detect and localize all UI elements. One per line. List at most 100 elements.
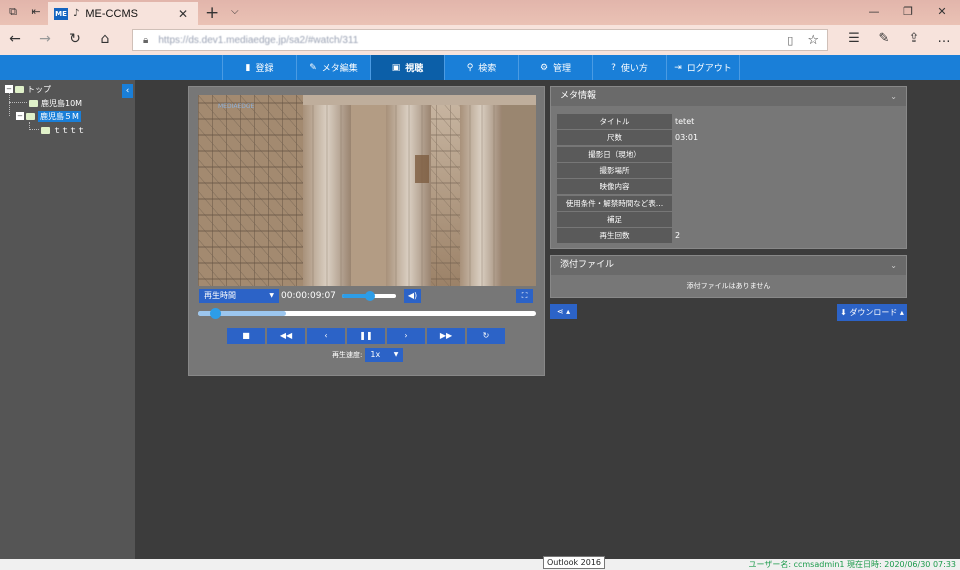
favorites-list-icon[interactable]: ☰	[846, 31, 862, 46]
browser-tab-bar: ⧉ ⇤ ME ♪ ME-CCMS ✕ + ⌵ — ❐ ✕	[0, 0, 960, 25]
url-field[interactable]: 🔒︎ https://ds.dev1.mediaedge.jp/sa2/#wat…	[132, 29, 828, 51]
chevron-down-icon[interactable]: ⌵	[231, 6, 239, 17]
meta-row: タイトル tetet	[557, 114, 902, 129]
rewind-icon[interactable]: ◀◀	[267, 328, 305, 344]
share-icon: ⋖	[556, 307, 564, 316]
more-icon[interactable]: …	[936, 31, 952, 46]
browser-address-bar: ← → ↻ ⌂ 🔒︎ https://ds.dev1.mediaedge.jp/…	[0, 25, 960, 55]
time-mode-select[interactable]: 再生時間 ▼	[199, 289, 279, 303]
tree-node-tttt[interactable]: ｔｔｔｔ	[41, 124, 85, 136]
nav-item-admin[interactable]: ⚙ 管理	[518, 55, 592, 80]
meta-key: 補足	[557, 211, 672, 227]
playback-speed-row: 再生速度: 1x ▼	[332, 348, 404, 362]
nav-item-meta-edit[interactable]: ✎ メタ編集	[296, 55, 370, 80]
lock-icon: 🔒︎	[143, 34, 149, 46]
close-window-icon[interactable]: ✕	[935, 5, 949, 19]
nav-item-register[interactable]: ▮ 登録	[222, 55, 296, 80]
meta-row: 補足	[557, 211, 902, 227]
tree-node-kagoshima-10m[interactable]: 鹿児島10M	[29, 97, 82, 109]
chevron-down-icon[interactable]: ⌄	[890, 87, 897, 106]
meta-value: tetet	[675, 117, 695, 126]
back-icon[interactable]: ←	[6, 31, 24, 47]
share-button[interactable]: ⋖ ▴	[550, 304, 577, 319]
download-button[interactable]: ⬇ ダウンロード ▴	[837, 304, 907, 321]
favorite-star-icon[interactable]: ☆	[807, 33, 819, 48]
folder-icon	[29, 99, 38, 107]
collapse-toggle-icon[interactable]: −	[16, 112, 24, 120]
collapse-toggle-icon[interactable]: −	[5, 85, 13, 93]
meta-key: 映像内容	[557, 179, 672, 195]
tree-node-kagoshima-5m[interactable]: − 鹿児島５M	[16, 110, 81, 122]
video-frame[interactable]: MEDIAEDGE	[198, 95, 536, 286]
new-tab-icon[interactable]: +	[205, 3, 219, 23]
caret-down-icon: ▼	[269, 292, 274, 299]
player-control-row: 再生時間 ▼ 00:00:09:07 ◀) ⛶	[199, 289, 535, 303]
seek-handle[interactable]	[209, 308, 221, 319]
caret-down-icon: ▼	[393, 351, 399, 358]
back-tab-icon[interactable]: ⇤	[30, 6, 42, 18]
nav-item-search[interactable]: ⚲ 検索	[444, 55, 518, 80]
folder-icon	[15, 85, 24, 93]
meta-key: タイトル	[557, 114, 672, 129]
logout-icon: ⇥	[674, 62, 682, 73]
meta-key: 撮影場所	[557, 162, 672, 178]
browser-tab[interactable]: ME ♪ ME-CCMS ✕	[48, 2, 198, 25]
timecode-display: 00:00:09:07	[281, 291, 336, 301]
nav-item-logout[interactable]: ⇥ ログアウト	[666, 55, 740, 80]
play-screen-icon: ▣	[391, 62, 401, 73]
meta-value: 03:01	[675, 133, 699, 143]
repeat-icon[interactable]: ↻	[467, 328, 505, 344]
meta-info-header[interactable]: メタ情報 ⌄	[551, 87, 906, 106]
tab-title: ME-CCMS	[85, 7, 138, 20]
folder-icon	[26, 112, 35, 120]
meta-row: 映像内容	[557, 179, 902, 195]
meta-row: 使用条件・解禁時間など表…	[557, 195, 902, 211]
refresh-icon[interactable]: ↻	[66, 31, 84, 47]
video-image	[198, 95, 536, 286]
fullscreen-icon[interactable]: ⛶	[516, 289, 533, 303]
url-text[interactable]: https://ds.dev1.mediaedge.jp/sa2/#watch/…	[158, 35, 787, 46]
search-icon: ⚲	[466, 62, 474, 73]
attachments-header[interactable]: 添付ファイル ⌄	[551, 256, 906, 275]
attachments-empty-text: 添付ファイルはありません	[686, 282, 771, 290]
tree-node-top[interactable]: − トップ	[5, 83, 51, 95]
minimize-icon[interactable]: —	[867, 5, 881, 19]
volume-icon[interactable]: ◀)	[404, 289, 421, 303]
collapse-sidebar-button[interactable]: ‹	[122, 84, 133, 98]
restore-icon[interactable]: ❐	[901, 5, 915, 19]
taskbar-tooltip: Outlook 2016	[543, 556, 605, 569]
stop-icon[interactable]: ■	[227, 328, 265, 344]
close-icon[interactable]: ✕	[178, 7, 192, 21]
player-panel: MEDIAEDGE 再生時間 ▼ 00:00:09:07 ◀) ⛶ ■ ◀◀ ‹…	[188, 86, 545, 376]
meta-key: 撮影日（現地）	[557, 146, 672, 162]
meta-row: 撮影日（現地）	[557, 146, 902, 162]
pause-icon[interactable]: ❚❚	[347, 328, 385, 344]
step-back-icon[interactable]: ‹	[307, 328, 345, 344]
video-watermark: MEDIAEDGE	[218, 103, 255, 110]
meta-info-panel: メタ情報 ⌄ タイトル tetet 尺数 03:01 撮影日（現地） 撮影場所 映像内容 使用…	[550, 86, 907, 249]
volume-slider[interactable]	[342, 291, 396, 301]
app-nav: ▮ 登録 ✎ メタ編集 ▣ 視聴 ⚲ 検索 ⚙ 管理 ? 使い方 ⇥ ログアウト	[0, 55, 960, 80]
volume-handle[interactable]	[365, 291, 376, 301]
nav-item-watch[interactable]: ▣ 視聴	[370, 55, 444, 80]
folder-icon	[41, 126, 50, 134]
transport-controls: ■ ◀◀ ‹ ❚❚ › ▶▶ ↻	[227, 328, 507, 344]
audio-icon[interactable]: ♪	[73, 8, 79, 19]
meta-key: 尺数	[557, 130, 672, 146]
meta-row: 再生回数 2	[557, 228, 902, 244]
home-icon[interactable]: ⌂	[96, 31, 114, 47]
reading-view-icon[interactable]: ▯	[787, 34, 793, 47]
pen-icon[interactable]: ✎	[876, 31, 892, 46]
chevron-down-icon[interactable]: ⌄	[890, 256, 897, 275]
share-icon[interactable]: ⇪	[906, 31, 922, 46]
speed-select[interactable]: 1x ▼	[365, 348, 404, 362]
gear-icon: ⚙	[539, 62, 549, 73]
app-favicon: ME	[54, 7, 68, 20]
fast-forward-icon[interactable]: ▶▶	[427, 328, 465, 344]
forward-icon[interactable]: →	[36, 31, 54, 47]
tab-actions-icon[interactable]: ⧉	[7, 6, 19, 18]
nav-item-help[interactable]: ? 使い方	[592, 55, 666, 80]
step-forward-icon[interactable]: ›	[387, 328, 425, 344]
status-bar: ユーザー名: ccmsadmin1 現在日時: 2020/06/30 07:33	[0, 559, 960, 570]
seek-bar[interactable]	[198, 308, 536, 319]
